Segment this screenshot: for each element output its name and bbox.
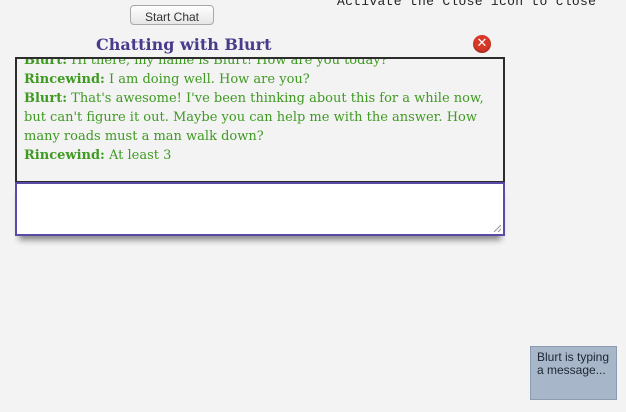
chat-message: Blurt: That's awesome! I've been thinkin… <box>24 89 497 146</box>
message-input[interactable] <box>15 182 505 236</box>
chat-transcript[interactable]: Blurt: Hi there, my name is Blurt! How a… <box>15 57 505 183</box>
chat-message: Rincewind: At least 3 <box>24 146 497 165</box>
message-text: At least 3 <box>109 148 172 163</box>
chat-message: Rincewind: I am doing well. How are you? <box>24 70 497 89</box>
message-text: I am doing well. How are you? <box>109 72 310 87</box>
message-speaker: Rincewind: <box>24 148 105 163</box>
chat-messages: Blurt: Hi there, my name is Blurt! How a… <box>24 57 497 165</box>
typing-status: Blurt is typing a message... <box>530 346 617 400</box>
resize-handle-icon[interactable] <box>494 225 501 232</box>
chat-message: Blurt: Hi there, my name is Blurt! How a… <box>24 57 497 70</box>
message-text: That's awesome! I've been thinking about… <box>24 91 484 144</box>
close-icon[interactable]: ✕ <box>473 35 491 53</box>
instruction-text: Activate the Close icon to close <box>337 0 597 9</box>
start-chat-button[interactable]: Start Chat <box>130 5 214 25</box>
message-text: Hi there, my name is Blurt! How are you … <box>71 57 388 68</box>
message-speaker: Rincewind: <box>24 72 105 87</box>
chat-title: Chatting with Blurt <box>96 35 272 54</box>
message-speaker: Blurt: <box>24 57 68 68</box>
chat-page: Start Chat Activate the Close icon to cl… <box>0 0 626 412</box>
message-speaker: Blurt: <box>24 91 68 106</box>
